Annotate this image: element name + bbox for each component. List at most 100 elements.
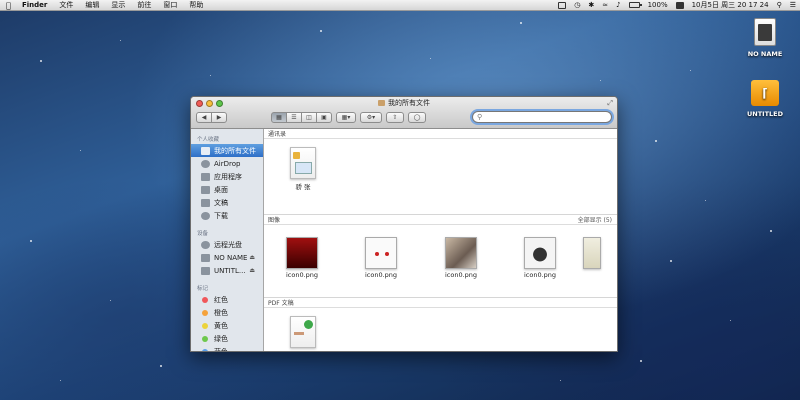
file-name: icon0.png: [364, 271, 398, 279]
menu-window[interactable]: 窗口: [157, 0, 183, 10]
disc-icon: [201, 240, 210, 249]
icon-view-button[interactable]: ▦: [271, 111, 287, 123]
all-files-icon: [378, 100, 385, 106]
image-thumbnail: [445, 237, 477, 269]
file-item-image-partial[interactable]: [580, 237, 604, 271]
search-icon: ⚲: [477, 113, 483, 121]
group-contacts: 通讯录: [264, 129, 617, 139]
search-input[interactable]: [484, 113, 595, 121]
battery-percent[interactable]: 100%: [644, 1, 672, 9]
arrange-button[interactable]: ▦▾: [336, 111, 356, 123]
file-name: icon0.png: [523, 271, 557, 279]
menu-help[interactable]: 帮助: [183, 0, 209, 10]
group-header-pdf: PDF 文稿: [264, 298, 617, 308]
back-button[interactable]: ◀: [196, 111, 212, 123]
menu-app-finder[interactable]: Finder: [16, 1, 53, 9]
sidebar-item-tag-red[interactable]: 红色: [191, 293, 263, 306]
file-item-image[interactable]: icon0.png: [277, 237, 327, 279]
pdf-file-icon: [290, 316, 316, 348]
action-gear-button[interactable]: ⚙▾: [360, 111, 382, 123]
file-name: icon0.png: [444, 271, 478, 279]
drive-icon: [201, 253, 210, 262]
sidebar-section-devices: 设备: [197, 231, 209, 237]
menu-go[interactable]: 前往: [131, 0, 157, 10]
desktop-drive-untitled[interactable]: ⌈ UNTITLED: [740, 80, 790, 118]
fullscreen-icon[interactable]: ⤢: [607, 99, 613, 108]
sidebar-item-tag-green[interactable]: 绿色: [191, 332, 263, 345]
group-images: 图像 全部显示 (5): [264, 215, 617, 225]
applications-icon: [201, 172, 210, 181]
image-thumbnail: [583, 237, 601, 269]
clock-icon[interactable]: ◷: [570, 1, 584, 9]
desktop-drive-no-name[interactable]: NO NAME: [740, 18, 790, 58]
menu-bar:  Finder 文件 编辑 显示 前往 窗口 帮助 ◷ ✱ ≃ ♪ 100% …: [0, 0, 800, 11]
downloads-icon: [201, 211, 210, 220]
coverflow-view-button[interactable]: ▣: [316, 111, 332, 123]
tag-red-icon: [202, 296, 208, 303]
forward-button[interactable]: ▶: [211, 111, 227, 123]
desktop-icon-label: UNTITLED: [747, 110, 783, 118]
tags-button[interactable]: ◯: [408, 111, 426, 123]
eject-icon[interactable]: ⏏: [249, 267, 255, 274]
file-item-contact[interactable]: 骄 张: [278, 147, 328, 191]
nav-buttons: ◀ ▶: [196, 111, 227, 123]
vcard-file-icon: [290, 147, 316, 179]
status-box-icon[interactable]: [554, 1, 570, 9]
sidebar-item-tag-orange[interactable]: 橙色: [191, 306, 263, 319]
image-thumbnail: [524, 237, 556, 269]
sidebar-item-documents[interactable]: 文稿: [191, 196, 263, 209]
usb-drive-icon: ⌈: [751, 80, 779, 106]
file-item-image[interactable]: icon0.png: [356, 237, 406, 279]
eject-icon[interactable]: ⏏: [249, 254, 255, 261]
sidebar: 个人收藏 我的所有文件 AirDrop 应用程序 桌面 文稿 下载 设备 远程光…: [191, 129, 264, 351]
window-titlebar[interactable]: 我的所有文件 ⤢ ◀ ▶ ▦ ☰ ◫ ▣ ▦▾ ⚙▾ ⇧ ◯ ⚲: [191, 97, 617, 129]
file-item-pdf[interactable]: [278, 316, 328, 350]
column-view-button[interactable]: ◫: [301, 111, 317, 123]
notification-center-icon[interactable]: ☰: [786, 1, 800, 9]
sidebar-item-tag-yellow[interactable]: 黄色: [191, 319, 263, 332]
sidebar-section-tags: 标记: [197, 286, 209, 292]
search-field[interactable]: ⚲: [472, 111, 612, 123]
sidebar-section-favorites: 个人收藏: [197, 137, 220, 143]
sidebar-item-untitled[interactable]: UNTITL... ⏏: [191, 264, 263, 277]
sidebar-item-desktop[interactable]: 桌面: [191, 183, 263, 196]
group-header-images: 图像 全部显示 (5): [264, 215, 617, 225]
tag-green-icon: [202, 335, 208, 342]
input-method-icon[interactable]: [672, 1, 688, 9]
menu-edit[interactable]: 编辑: [79, 0, 105, 10]
desktop-icon-label: NO NAME: [747, 50, 783, 58]
sidebar-item-all-my-files[interactable]: 我的所有文件: [191, 144, 263, 157]
finder-window: 我的所有文件 ⤢ ◀ ▶ ▦ ☰ ◫ ▣ ▦▾ ⚙▾ ⇧ ◯ ⚲ 个人收藏 我的…: [190, 96, 618, 352]
file-item-image[interactable]: icon0.png: [436, 237, 486, 279]
tag-orange-icon: [202, 309, 208, 316]
sidebar-item-downloads[interactable]: 下载: [191, 209, 263, 222]
group-pdf: PDF 文稿: [264, 298, 617, 308]
image-thumbnail: [286, 237, 318, 269]
sidebar-item-tag-blue[interactable]: 蓝色: [191, 345, 263, 351]
list-view-button[interactable]: ☰: [286, 111, 302, 123]
volume-icon[interactable]: ♪: [612, 1, 624, 9]
drive-icon: [201, 266, 210, 275]
sidebar-item-remote-disc[interactable]: 远程光盘: [191, 238, 263, 251]
menu-view[interactable]: 显示: [105, 0, 131, 10]
show-all-link[interactable]: 全部显示 (5): [578, 215, 612, 224]
group-header-contacts: 通讯录: [264, 129, 617, 139]
window-title: 我的所有文件: [191, 98, 617, 108]
datetime[interactable]: 10月5日 周三 20 17 24: [688, 0, 773, 10]
menu-file[interactable]: 文件: [53, 0, 79, 10]
apple-menu-icon[interactable]: : [6, 1, 16, 10]
sidebar-item-airdrop[interactable]: AirDrop: [191, 157, 263, 170]
documents-icon: [201, 198, 210, 207]
sd-card-icon: [754, 18, 776, 46]
all-files-icon: [201, 146, 210, 155]
bluetooth-icon[interactable]: ✱: [584, 1, 598, 9]
file-browser-content[interactable]: 通讯录 骄 张 图像 全部显示 (5) icon0.png icon0.png …: [264, 129, 617, 351]
file-item-image[interactable]: icon0.png: [515, 237, 565, 279]
wifi-icon[interactable]: ≃: [598, 1, 612, 9]
sidebar-item-no-name[interactable]: NO NAME ⏏: [191, 251, 263, 264]
desktop-icon: [201, 185, 210, 194]
battery-icon[interactable]: [625, 2, 644, 8]
spotlight-icon[interactable]: ⚲: [773, 1, 786, 9]
share-button[interactable]: ⇧: [386, 111, 404, 123]
sidebar-item-applications[interactable]: 应用程序: [191, 170, 263, 183]
